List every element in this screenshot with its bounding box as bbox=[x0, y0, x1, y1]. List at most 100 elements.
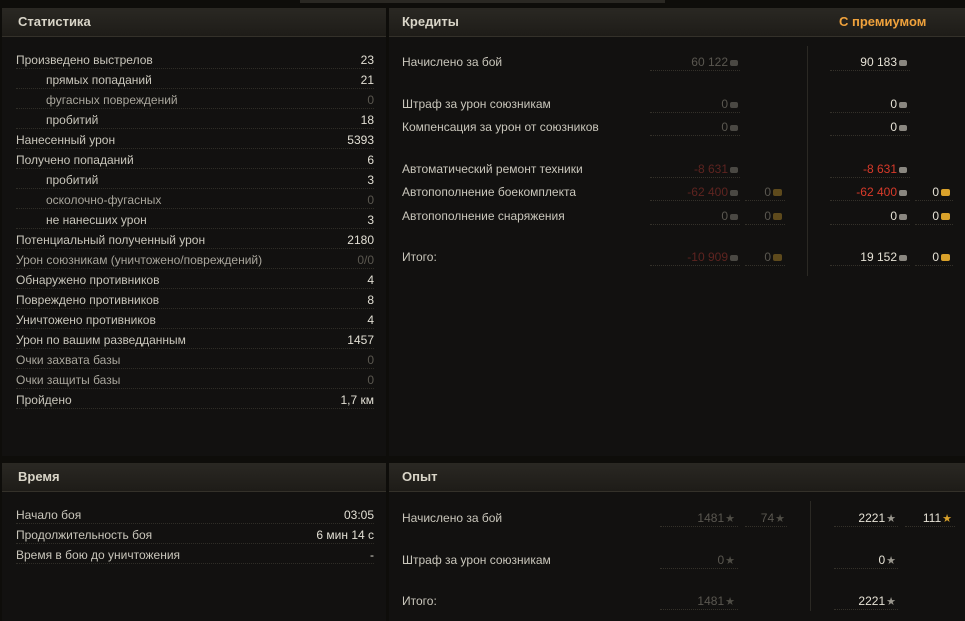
credits-base-value: 0 bbox=[721, 96, 738, 112]
gold-icon bbox=[941, 213, 950, 221]
credits-base-amount: 60 122 bbox=[691, 55, 728, 69]
gold-icon bbox=[773, 213, 782, 221]
time-value: 03:05 bbox=[343, 508, 374, 522]
row-divider bbox=[830, 177, 910, 178]
row-divider bbox=[834, 568, 898, 569]
row-divider bbox=[650, 200, 740, 201]
stat-row: Произведено выстрелов 23 bbox=[16, 52, 374, 69]
credits-base-value: 60 122 bbox=[691, 54, 738, 70]
gold-base-value: 0 bbox=[764, 208, 782, 224]
gold-premium-amount: 0 bbox=[932, 209, 939, 223]
stat-label: Урон по вашим разведданным bbox=[16, 333, 186, 347]
xp-premium-amount: 2221 bbox=[858, 594, 886, 608]
credits-premium-value: 0 bbox=[890, 208, 907, 224]
row-divider bbox=[660, 526, 738, 527]
row-divider bbox=[915, 265, 953, 266]
credits-base-amount: 0 bbox=[721, 120, 728, 134]
credit-icon bbox=[899, 59, 907, 66]
star-icon: ★ bbox=[886, 555, 896, 567]
gold-icon bbox=[941, 189, 950, 197]
xp-panel-title: Опыт bbox=[389, 463, 965, 492]
credits-base-amount: -10 909 bbox=[687, 250, 728, 264]
row-divider bbox=[745, 200, 785, 201]
credits-premium-value: 90 183 bbox=[860, 54, 907, 70]
credits-premium-value: 0 bbox=[890, 119, 907, 135]
credit-icon bbox=[899, 254, 907, 261]
xp-base-amount: 0 bbox=[717, 553, 725, 567]
stat-value: 5393 bbox=[347, 133, 374, 147]
credits-row-label: Автопополнение снаряжения bbox=[402, 209, 565, 223]
stats-panel-title: Статистика bbox=[2, 8, 386, 37]
xp-premium-value: 2221★ bbox=[858, 510, 896, 526]
credits-premium-value: -62 400 bbox=[856, 184, 907, 200]
gold-base-value: 0 bbox=[764, 249, 782, 265]
credits-row-label: Начислено за бой bbox=[402, 55, 503, 69]
row-divider bbox=[905, 526, 955, 527]
stat-label: не нанесших урон bbox=[46, 213, 147, 227]
stat-label: Очки защиты базы bbox=[16, 373, 121, 387]
credits-panel-header: Кредиты С премиумом bbox=[389, 8, 965, 37]
credits-base-value: -62 400 bbox=[687, 184, 738, 200]
stat-value: 2180 bbox=[347, 233, 374, 247]
stat-label: Очки захвата базы bbox=[16, 353, 121, 367]
credits-base-value: 0 bbox=[721, 208, 738, 224]
credit-icon bbox=[730, 189, 738, 196]
credits-row-label: Итого: bbox=[402, 250, 437, 264]
stat-value: 1,7 км bbox=[340, 393, 374, 407]
credits-panel: Кредиты С премиумом bbox=[389, 8, 965, 456]
time-row: Время в бою до уничтожения - bbox=[16, 547, 374, 564]
premium-column-title: С премиумом bbox=[839, 14, 927, 29]
credits-base-amount: 0 bbox=[721, 209, 728, 223]
row-divider bbox=[650, 177, 740, 178]
stat-row: фугасных повреждений 0 bbox=[16, 92, 374, 109]
stat-row: Получено попаданий 6 bbox=[16, 152, 374, 169]
credits-premium-amount: 0 bbox=[890, 209, 897, 223]
stat-row: прямых попаданий 21 bbox=[16, 72, 374, 89]
gold-premium-value: 0 bbox=[932, 208, 950, 224]
credit-icon bbox=[730, 166, 738, 173]
credits-row-label: Автопополнение боекомплекта bbox=[402, 185, 576, 199]
stat-value: 3 bbox=[367, 173, 374, 187]
credits-row-label: Штраф за урон союзникам bbox=[402, 97, 551, 111]
credit-icon bbox=[730, 124, 738, 131]
stat-value: 8 bbox=[367, 293, 374, 307]
xp-base-value: 1481★ bbox=[697, 510, 735, 526]
stat-label: Получено попаданий bbox=[16, 153, 134, 167]
stat-label: Пройдено bbox=[16, 393, 72, 407]
stat-row: не нанесших урон 3 bbox=[16, 212, 374, 229]
stat-value: 0/0 bbox=[357, 253, 374, 267]
row-divider bbox=[650, 70, 740, 71]
stat-label: Обнаружено противников bbox=[16, 273, 160, 287]
stat-value: 0 bbox=[367, 93, 374, 107]
stat-row: Пройдено 1,7 км bbox=[16, 392, 374, 409]
row-divider bbox=[830, 200, 910, 201]
row-divider bbox=[915, 224, 953, 225]
stat-value: 21 bbox=[360, 73, 374, 87]
credits-premium-amount: -62 400 bbox=[856, 185, 897, 199]
credit-icon bbox=[899, 101, 907, 108]
credits-panel-title: Кредиты bbox=[402, 14, 459, 29]
stat-label: Повреждено противников bbox=[16, 293, 160, 307]
stat-label: прямых попаданий bbox=[46, 73, 152, 87]
time-label: Время в бою до уничтожения bbox=[16, 548, 181, 562]
stat-value: 0 bbox=[367, 373, 374, 387]
credits-premium-value: 19 152 bbox=[860, 249, 907, 265]
row-divider bbox=[834, 609, 898, 610]
stat-value: 0 bbox=[367, 193, 374, 207]
credits-premium-amount: 19 152 bbox=[860, 250, 897, 264]
xp-row-label: Штраф за урон союзникам bbox=[402, 553, 551, 567]
credits-premium-value: -8 631 bbox=[863, 161, 907, 177]
star-icon: ★ bbox=[725, 513, 735, 525]
stat-value: 0 bbox=[367, 353, 374, 367]
gold-premium-amount: 0 bbox=[932, 250, 939, 264]
stat-value: 4 bbox=[367, 313, 374, 327]
credits-base-amount: -8 631 bbox=[693, 162, 728, 176]
row-divider bbox=[830, 135, 910, 136]
stat-row: Очки захвата базы 0 bbox=[16, 352, 374, 369]
credits-base-amount: -62 400 bbox=[687, 185, 728, 199]
row-divider bbox=[660, 609, 738, 610]
xp-row-label: Итого: bbox=[402, 594, 437, 608]
row-divider bbox=[745, 224, 785, 225]
stat-value: 18 bbox=[360, 113, 374, 127]
row-divider bbox=[830, 224, 910, 225]
